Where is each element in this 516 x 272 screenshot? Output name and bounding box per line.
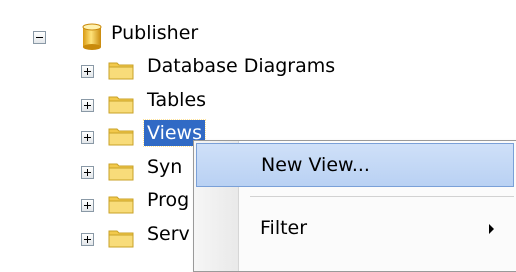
menu-item-new-view[interactable]: New View...: [196, 143, 514, 187]
submenu-arrow-icon: [489, 224, 494, 234]
menu-item-label: Filter: [260, 217, 308, 239]
tree-node-label: Serv: [147, 223, 190, 245]
expand-icon[interactable]: [81, 166, 94, 179]
folder-icon: [108, 128, 134, 146]
expand-icon[interactable]: [81, 131, 94, 144]
menu-item-filter[interactable]: Filter: [196, 207, 514, 251]
tree-node-label: Database Diagrams: [147, 55, 336, 77]
folder-icon: [108, 96, 134, 114]
tree-node-label: Publisher: [111, 22, 199, 44]
folder-icon: [108, 230, 134, 248]
menu-item-label: New View...: [261, 154, 370, 176]
tree-node-database-diagrams[interactable]: Database Diagrams: [0, 53, 400, 87]
context-menu: New View... Filter: [193, 140, 516, 272]
database-icon: [82, 23, 102, 50]
tree-node-label: Tables: [147, 89, 207, 111]
tree-node-publisher[interactable]: Publisher: [0, 18, 300, 52]
folder-icon: [108, 196, 134, 214]
expand-icon[interactable]: [81, 99, 94, 112]
tree-node-label: Prog: [147, 189, 190, 211]
tree-node-tables[interactable]: Tables: [0, 87, 300, 121]
collapse-icon[interactable]: [33, 31, 46, 44]
tree-node-service-broker[interactable]: Serv: [0, 221, 193, 255]
folder-icon: [108, 163, 134, 181]
tree-node-label: Syn: [147, 156, 183, 178]
folder-icon: [108, 62, 134, 80]
tree-node-programmability[interactable]: Prog: [0, 187, 193, 221]
expand-icon[interactable]: [81, 199, 94, 212]
tree-node-synonyms[interactable]: Syn: [0, 154, 193, 188]
menu-separator: [250, 196, 514, 197]
expand-icon[interactable]: [81, 233, 94, 246]
expand-icon[interactable]: [81, 65, 94, 78]
